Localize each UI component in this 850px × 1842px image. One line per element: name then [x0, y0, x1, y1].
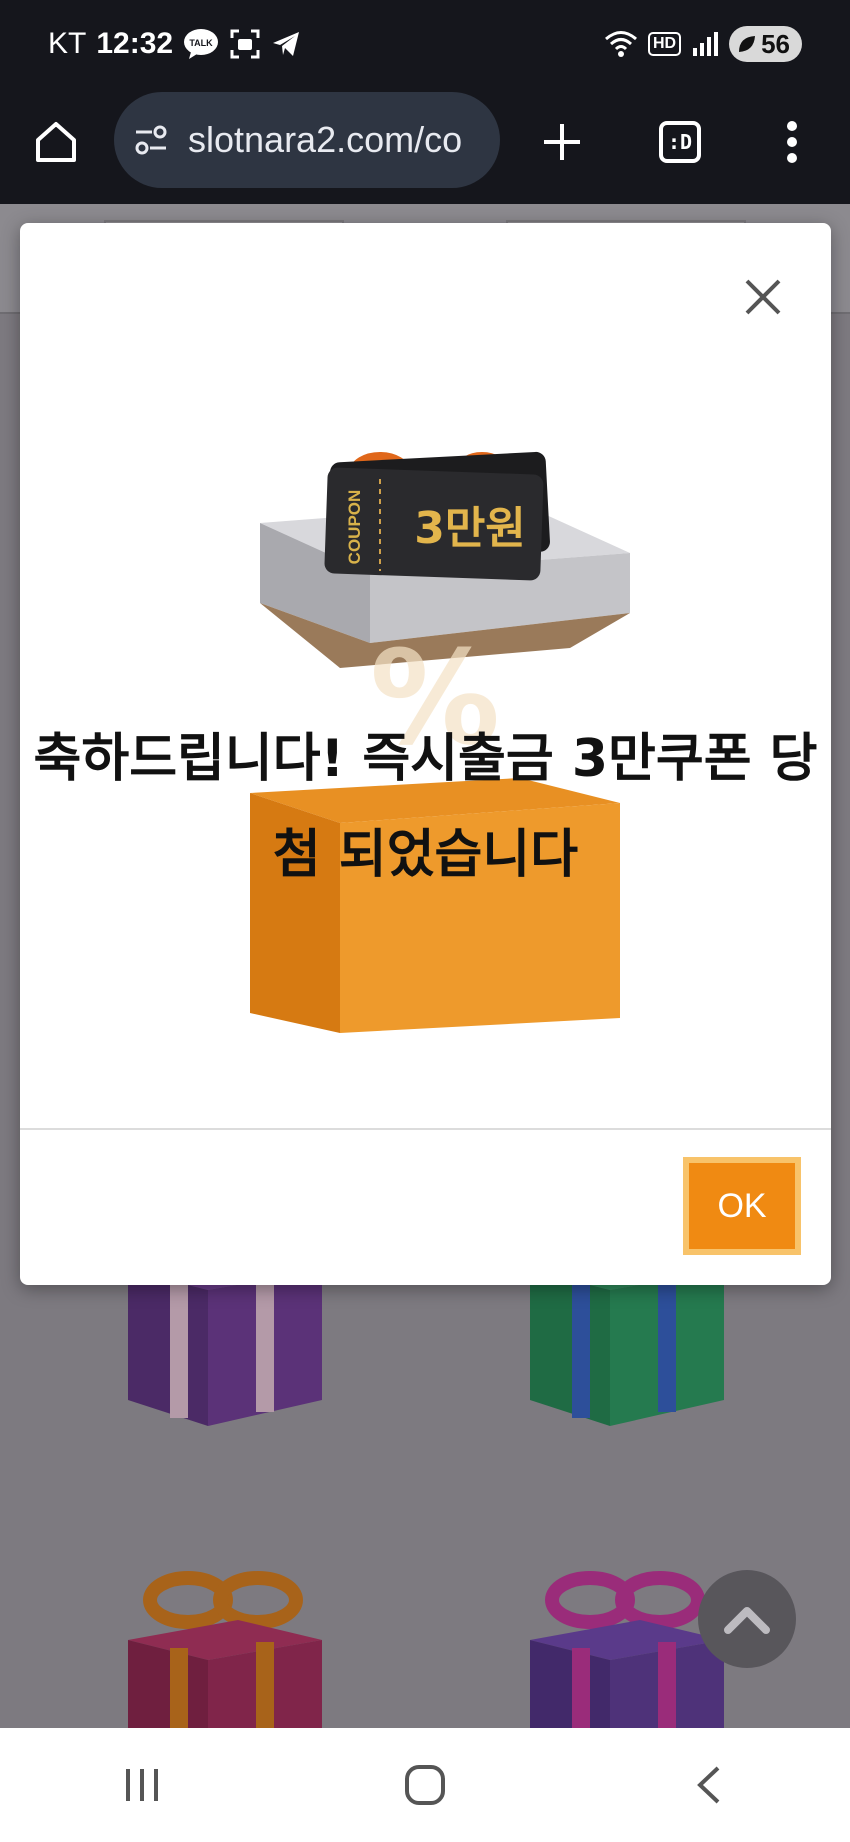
back-button[interactable] — [648, 1745, 768, 1825]
leaf-icon — [739, 36, 756, 52]
more-menu-button[interactable] — [760, 110, 824, 174]
new-tab-button[interactable] — [530, 110, 594, 174]
battery-indicator: 56 — [729, 26, 802, 62]
telegram-icon — [273, 32, 300, 56]
home-icon — [36, 122, 76, 162]
talk-icon: TALK — [184, 29, 219, 59]
win-message: 축하드립니다! 즉시출금 3만쿠폰 당첨 되었습니다 — [33, 729, 818, 885]
ok-button[interactable]: OK — [683, 1157, 801, 1255]
tab-switcher-icon: :D — [659, 121, 701, 163]
battery-level: 56 — [761, 28, 790, 59]
gift-box-violet[interactable] — [530, 1570, 724, 1728]
home-nav-icon — [404, 1765, 445, 1805]
status-left: KT 12:32 TALK — [48, 24, 301, 64]
carrier-label: KT — [48, 27, 87, 60]
more-menu-icon — [787, 121, 797, 163]
browser-toolbar: slotnara2.com/co :D — [0, 86, 850, 204]
site-settings-icon[interactable] — [132, 121, 170, 159]
close-icon — [745, 279, 781, 315]
back-icon — [697, 1766, 720, 1804]
coupon-modal: COUPON 3만원 % 축하드립니다! 즉시출금 3만쿠폰 당첨 되었습니다 … — [20, 223, 831, 1285]
wifi-icon — [604, 31, 637, 57]
signal-icon — [693, 32, 719, 56]
close-button[interactable] — [735, 269, 791, 325]
chevron-up-icon — [724, 1607, 770, 1634]
tab-switcher-button[interactable]: :D — [648, 110, 712, 174]
home-nav-button[interactable] — [365, 1745, 485, 1825]
address-bar[interactable]: slotnara2.com/co — [114, 92, 500, 188]
recents-icon — [125, 1769, 158, 1801]
status-bar: KT 12:32 TALK HD 56 — [0, 0, 850, 86]
screenshot-icon — [230, 29, 260, 59]
talk-badge-text: TALK — [189, 38, 213, 48]
status-right: HD 56 — [604, 24, 802, 64]
hd-icon: HD — [647, 32, 682, 56]
home-button[interactable] — [24, 110, 88, 174]
coupon-tag-text: COUPON — [345, 490, 364, 565]
new-tab-icon — [544, 124, 580, 160]
recents-button[interactable] — [82, 1745, 202, 1825]
navigation-bar — [0, 1728, 850, 1842]
modal-divider — [20, 1128, 831, 1130]
coupon-amount-text: 3만원 — [414, 503, 526, 554]
clock: 12:32 — [96, 27, 174, 60]
gift-box-red[interactable] — [128, 1570, 322, 1728]
scroll-to-top-button[interactable] — [698, 1570, 796, 1668]
url-text: slotnara2.com/co — [188, 119, 463, 160]
